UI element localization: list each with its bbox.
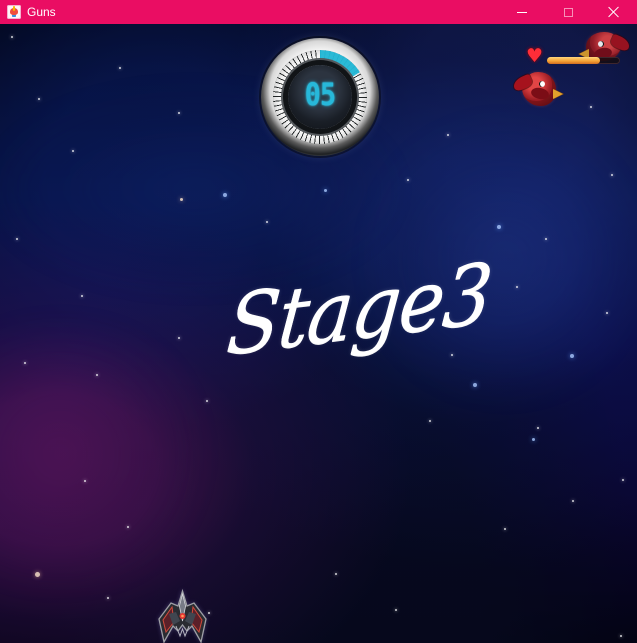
bird-wing <box>530 86 550 101</box>
star <box>451 354 453 356</box>
health-bar-fill <box>547 57 600 64</box>
star <box>16 238 18 240</box>
star <box>127 526 129 528</box>
star <box>590 106 592 108</box>
maximize-icon <box>563 7 573 17</box>
window-controls <box>499 0 637 24</box>
space-nebula <box>0 334 210 574</box>
star <box>516 286 518 288</box>
star <box>11 36 13 38</box>
close-icon <box>608 6 620 18</box>
minimize-button[interactable] <box>499 0 545 24</box>
star <box>395 609 397 611</box>
star <box>266 221 268 223</box>
stage-title: Stage3 <box>223 245 495 375</box>
star <box>178 112 180 114</box>
star <box>572 500 574 502</box>
star <box>24 362 26 364</box>
star <box>447 134 449 136</box>
star <box>324 189 327 192</box>
star <box>206 400 208 402</box>
star <box>532 438 535 441</box>
star <box>96 374 98 376</box>
star <box>119 67 121 69</box>
star <box>570 354 574 358</box>
heart-icon: ♥ <box>526 45 544 67</box>
game-canvas[interactable]: 05 ♥ Stage3 <box>0 24 637 643</box>
star <box>473 383 477 387</box>
star <box>335 573 337 575</box>
game-window: Guns 05 ♥ Stage3 <box>0 0 637 643</box>
window-titlebar: Guns <box>0 0 637 24</box>
star <box>223 193 227 197</box>
star <box>545 238 547 240</box>
star <box>497 225 501 229</box>
star <box>429 420 431 422</box>
health-bar <box>547 57 620 64</box>
star <box>84 480 86 482</box>
timer-display-face: 05 <box>288 65 352 129</box>
star <box>72 150 74 152</box>
star <box>407 179 409 181</box>
spaceship-icon[interactable] <box>156 587 209 643</box>
star <box>504 528 506 530</box>
countdown-timer: 05 <box>261 38 379 156</box>
window-title: Guns <box>27 5 56 19</box>
star <box>537 427 539 429</box>
app-icon <box>7 5 21 19</box>
player-health-hud: ♥ <box>513 40 629 88</box>
timer-value: 05 <box>304 77 336 113</box>
maximize-button[interactable] <box>545 0 591 24</box>
star <box>180 198 183 201</box>
minimize-icon <box>517 12 527 13</box>
star <box>38 98 40 100</box>
close-button[interactable] <box>591 0 637 24</box>
star <box>620 635 622 637</box>
star <box>81 295 83 297</box>
star <box>606 312 608 314</box>
star <box>611 174 613 176</box>
star <box>107 597 109 599</box>
spaceship-graphic <box>158 588 207 643</box>
star <box>178 337 180 339</box>
star <box>35 572 40 577</box>
star <box>622 479 624 481</box>
